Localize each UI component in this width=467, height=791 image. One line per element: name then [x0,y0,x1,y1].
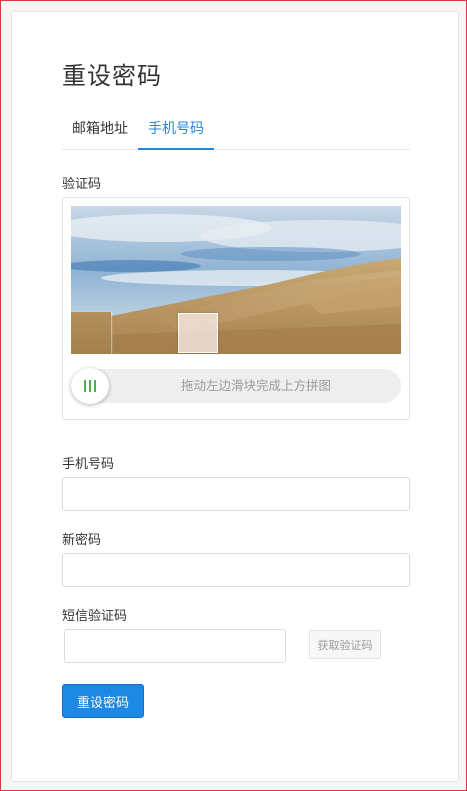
tab-email[interactable]: 邮箱地址 [62,118,138,150]
captcha-label: 验证码 [62,177,102,192]
phone-input[interactable] [62,477,410,511]
new-password-label: 新密码 [62,533,102,548]
slider-track: 拖动左边滑块完成上方拼图 [71,368,401,404]
reset-password-card: 重设密码 邮箱地址 手机号码 验证码 拖动左边滑块完成上方拼图 手机号码 新密码… [11,11,459,782]
tab-bar: 邮箱地址 手机号码 [62,118,410,150]
page-title: 重设密码 [62,62,162,90]
phone-label: 手机号码 [62,457,115,472]
sms-code-label: 短信验证码 [62,609,128,624]
sms-code-input[interactable] [64,629,286,663]
puzzle-target-slot [178,313,218,353]
grip-line-icon [94,380,96,392]
slider-hint: 拖动左边滑块完成上方拼图 [180,378,331,393]
reset-password-button[interactable]: 重设密码 [62,684,144,718]
new-password-input[interactable] [62,553,410,587]
captcha-puzzle-image [71,206,401,354]
tab-phone[interactable]: 手机号码 [138,118,214,150]
slider-handle[interactable] [71,368,109,404]
grip-line-icon [89,380,91,392]
grip-line-icon [84,380,86,392]
captcha-box: 拖动左边滑块完成上方拼图 [62,197,410,420]
window-frame: 重设密码 邮箱地址 手机号码 验证码 拖动左边滑块完成上方拼图 手机号码 新密码… [0,0,467,791]
puzzle-piece [71,312,111,354]
get-code-button[interactable]: 获取验证码 [309,630,381,659]
